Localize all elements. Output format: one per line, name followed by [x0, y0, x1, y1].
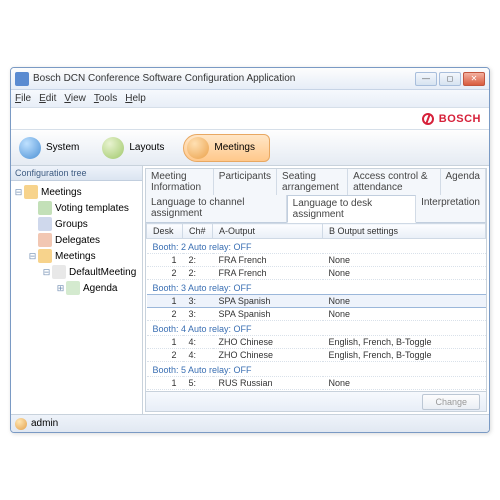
tree-meetings[interactable]: Meetings: [55, 251, 96, 262]
menu-tools[interactable]: Tools: [94, 93, 117, 104]
menu-help[interactable]: Help: [125, 93, 146, 104]
tab-strip: Meeting Information Participants Seating…: [146, 169, 486, 223]
groups-icon: [38, 217, 52, 231]
status-bar: admin: [11, 414, 489, 432]
col-desk[interactable]: Desk: [147, 224, 183, 239]
tab-meeting-info[interactable]: Meeting Information: [146, 169, 214, 196]
booth-header: Booth: 3 Auto relay: OFF: [147, 280, 486, 295]
nav-meetings-label: Meetings: [214, 142, 255, 153]
brand-label: BOSCH: [439, 113, 481, 125]
tab-seating[interactable]: Seating arrangement: [277, 169, 348, 196]
meetings-icon: [38, 249, 52, 263]
folder-icon: [24, 185, 38, 199]
nav-row: System Layouts Meetings: [11, 130, 489, 166]
close-button[interactable]: ✕: [463, 72, 485, 86]
minimize-button[interactable]: —: [415, 72, 437, 86]
change-button[interactable]: Change: [422, 394, 480, 410]
bosch-logo-icon: [422, 113, 434, 125]
tree-default[interactable]: DefaultMeeting: [69, 267, 136, 278]
meeting-icon: [187, 137, 209, 159]
globe-icon: [19, 137, 41, 159]
tab-lang-desk[interactable]: Language to desk assignment: [287, 195, 416, 223]
titlebar[interactable]: Bosch DCN Conference Software Configurat…: [11, 68, 489, 90]
panel-footer: Change: [146, 391, 486, 411]
user-icon: [15, 418, 27, 430]
maximize-button[interactable]: ◻: [439, 72, 461, 86]
nav-meetings[interactable]: Meetings: [183, 134, 270, 162]
nav-layouts[interactable]: Layouts: [98, 134, 179, 162]
tree-delegates[interactable]: Delegates: [55, 235, 100, 246]
table-row[interactable]: 13:SPA SpanishNone: [147, 295, 486, 308]
nav-layouts-label: Layouts: [129, 142, 164, 153]
config-tree[interactable]: ⊟Meetings Voting templates Groups Delega…: [11, 181, 142, 414]
col-a-output[interactable]: A-Output: [213, 224, 323, 239]
delegates-icon: [38, 233, 52, 247]
booth-header: Booth: 2 Auto relay: OFF: [147, 239, 486, 254]
table-row[interactable]: 14:ZHO ChineseEnglish, French, B-Toggle: [147, 336, 486, 349]
tab-interpretation[interactable]: Interpretation: [416, 195, 486, 223]
nav-system-label: System: [46, 142, 79, 153]
tab-participants[interactable]: Participants: [214, 169, 277, 196]
table-row[interactable]: 22:FRA FrenchNone: [147, 267, 486, 280]
agenda-icon: [66, 281, 80, 295]
tree-agenda[interactable]: Agenda: [83, 283, 117, 294]
col-b-output[interactable]: B Output settings: [323, 224, 486, 239]
app-icon: [15, 72, 29, 86]
menu-view[interactable]: View: [64, 93, 86, 104]
tab-access[interactable]: Access control & attendance: [348, 169, 440, 196]
assignment-grid[interactable]: Desk Ch# A-Output B Output settings Boot…: [146, 223, 486, 391]
tab-agenda[interactable]: Agenda: [441, 169, 486, 196]
layout-icon: [102, 137, 124, 159]
window-title: Bosch DCN Conference Software Configurat…: [33, 73, 415, 84]
table-row[interactable]: 24:ZHO ChineseEnglish, French, B-Toggle: [147, 349, 486, 362]
app-window: Bosch DCN Conference Software Configurat…: [10, 67, 490, 433]
booth-header: Booth: 5 Auto relay: OFF: [147, 362, 486, 377]
nav-system[interactable]: System: [15, 134, 94, 162]
menubar: FFileile Edit View Tools Help: [11, 90, 489, 108]
menu-file[interactable]: FFileile: [15, 93, 31, 104]
default-meeting-icon: [52, 265, 66, 279]
col-ch[interactable]: Ch#: [183, 224, 213, 239]
sidebar: Configuration tree ⊟Meetings Voting temp…: [11, 166, 143, 414]
menu-edit[interactable]: Edit: [39, 93, 56, 104]
tab-lang-channel[interactable]: Language to channel assignment: [146, 195, 287, 223]
tree-groups[interactable]: Groups: [55, 219, 88, 230]
table-row[interactable]: 15:RUS RussianNone: [147, 377, 486, 390]
sidebar-title: Configuration tree: [11, 166, 142, 181]
brand-row: BOSCH: [11, 108, 489, 130]
table-row[interactable]: 12:FRA FrenchNone: [147, 254, 486, 267]
table-row[interactable]: 23:SPA SpanishNone: [147, 308, 486, 321]
tree-root[interactable]: Meetings: [41, 187, 82, 198]
voting-icon: [38, 201, 52, 215]
table-row[interactable]: 25:RUS RussianNone: [147, 390, 486, 392]
tree-voting[interactable]: Voting templates: [55, 203, 129, 214]
booth-header: Booth: 4 Auto relay: OFF: [147, 321, 486, 336]
status-user: admin: [31, 418, 58, 429]
main-panel: Meeting Information Participants Seating…: [145, 168, 487, 412]
